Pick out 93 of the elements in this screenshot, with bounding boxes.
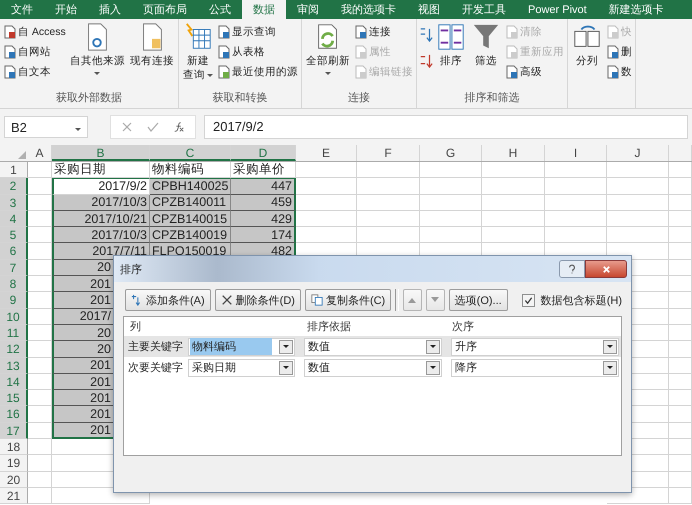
ribbon-small-button[interactable]: 显示查询 [216, 22, 299, 42]
table-cell: 429 [231, 210, 296, 228]
ribbon-tab[interactable]: 页面布局 [132, 0, 198, 19]
headers-checkbox[interactable]: 数据包含标题(H) [522, 292, 622, 308]
row-header[interactable]: 20 [0, 472, 28, 488]
ribbon-small-button[interactable]: 自网站 [2, 42, 67, 62]
table-cell: 459 [231, 194, 296, 211]
row-header[interactable]: 13 [0, 358, 28, 374]
table-cell: CPBH140025 [150, 178, 231, 195]
ribbon-tab[interactable]: 我的选项卡 [330, 0, 407, 19]
ribbon-large-button[interactable]: 自其他来源 [68, 22, 127, 75]
row-header[interactable]: 1 [0, 162, 28, 178]
ribbon-small-button[interactable]: 连接 [352, 22, 414, 42]
sort-on-dropdown[interactable]: 数值 [304, 358, 442, 376]
row-header[interactable]: 7 [0, 260, 28, 276]
row-header[interactable]: 6 [0, 243, 28, 260]
ribbon-small-button[interactable]: 删 [604, 42, 633, 62]
table-cell: 447 [231, 178, 296, 195]
ribbon-tab[interactable]: 开发工具 [451, 0, 517, 19]
table-cell: CPZB140019 [150, 227, 231, 244]
row-header[interactable]: 3 [0, 194, 28, 211]
row-header[interactable]: 2 [0, 178, 28, 195]
table-cell: 2017/9/2 [52, 178, 150, 195]
ribbon-small-button[interactable]: 高级 [504, 62, 565, 82]
group-label: 获取外部数据 [54, 91, 123, 106]
toolbar-button[interactable]: 添加条件(A) [125, 289, 211, 311]
table-cell: 2017/10/3 [52, 194, 150, 211]
ribbon-small-button[interactable]: 从表格 [216, 42, 299, 62]
column-dropdown[interactable]: 物料编码 [188, 338, 295, 356]
ribbon-small-button[interactable]: 最近使用的源 [216, 62, 299, 82]
row-header[interactable]: 10 [0, 308, 28, 325]
ribbon-large-button[interactable]: 分列 [570, 22, 604, 68]
ribbon-tab[interactable]: 文件 [0, 0, 44, 19]
ribbon-large-button[interactable]: 新建 查询 [180, 22, 215, 82]
column-header[interactable]: F [357, 145, 420, 161]
order-dropdown[interactable]: 升序 [451, 338, 619, 356]
sort-level-row[interactable]: 主要关键字 物料编码 数值 升序 [124, 336, 621, 357]
row-header[interactable]: 14 [0, 374, 28, 390]
column-header[interactable]: C [150, 145, 231, 161]
column-header[interactable]: I [545, 145, 607, 161]
group-label: 连接 [346, 91, 371, 106]
ribbon-tab[interactable]: 新建选项卡 [598, 0, 675, 19]
column-header[interactable]: J [607, 145, 669, 161]
table-cell: CPZB140015 [150, 210, 231, 228]
table-cell: 2017/10/21 [52, 210, 150, 228]
checkbox-label: 数据包含标题(H) [540, 294, 622, 308]
toolbar-button[interactable]: 选项(O)... [448, 289, 508, 311]
ribbon-small-button[interactable]: 自文本 [2, 62, 67, 82]
row-header[interactable]: 9 [0, 292, 28, 309]
column-heading: 次序 [452, 320, 474, 334]
row-header[interactable]: 19 [0, 455, 28, 472]
column-header[interactable]: B [52, 145, 150, 161]
column-heading: 排序依据 [307, 320, 352, 334]
column-header[interactable]: H [482, 145, 545, 161]
row-header[interactable]: 18 [0, 439, 28, 456]
ribbon-tab[interactable]: 审阅 [286, 0, 330, 19]
column-dropdown[interactable]: 采购日期 [188, 358, 295, 376]
row-header[interactable]: 15 [0, 390, 28, 406]
order-dropdown[interactable]: 降序 [451, 358, 619, 376]
row-header[interactable]: 12 [0, 341, 28, 358]
ribbon-large-button[interactable]: 筛选 [468, 22, 503, 68]
toolbar-button[interactable]: 删除条件(D) [214, 289, 301, 311]
row-header[interactable]: 8 [0, 276, 28, 292]
group-label: 排序和筛选 [463, 91, 520, 106]
name-box[interactable]: B2 [4, 116, 88, 138]
ribbon-tab[interactable]: 视图 [407, 0, 451, 19]
row-header[interactable]: 21 [0, 488, 28, 504]
ribbon-small-button[interactable]: 数 [604, 62, 633, 82]
ribbon-tab[interactable]: 开始 [44, 0, 88, 19]
row-header[interactable]: 11 [0, 324, 28, 342]
row-header[interactable]: 17 [0, 422, 28, 440]
row-header[interactable]: 4 [0, 210, 28, 228]
sort-on-dropdown[interactable]: 数值 [304, 338, 442, 356]
ribbon-tab[interactable]: 插入 [88, 0, 132, 19]
table-cell: 2017/10/3 [52, 227, 150, 244]
group-label: 获取和转换 [211, 91, 268, 106]
row-header[interactable]: 16 [0, 406, 28, 423]
dialog-title: 排序 [120, 262, 142, 276]
ribbon-tab[interactable]: 公式 [198, 0, 242, 19]
formula-field[interactable]: 2017/9/2 [204, 115, 688, 139]
column-header[interactable]: D [231, 145, 296, 161]
column-header[interactable]: G [420, 145, 482, 161]
row-header[interactable]: 5 [0, 227, 28, 244]
ribbon-tab[interactable]: Power Pivot [517, 0, 598, 19]
toolbar-button[interactable]: 复制条件(C) [304, 289, 392, 311]
ribbon-tab[interactable]: 数据 [242, 0, 286, 19]
ribbon-large-button[interactable]: 现有连接 [128, 22, 176, 68]
table-cell: CPZB140011 [150, 194, 231, 211]
ribbon-small-button[interactable]: 自 Access [2, 22, 67, 42]
table-cell: 174 [231, 227, 296, 244]
ribbon-large-button[interactable]: 全部刷新 [304, 22, 352, 75]
ribbon-large-button[interactable]: 排序 [434, 22, 468, 68]
column-header[interactable]: E [296, 145, 357, 161]
